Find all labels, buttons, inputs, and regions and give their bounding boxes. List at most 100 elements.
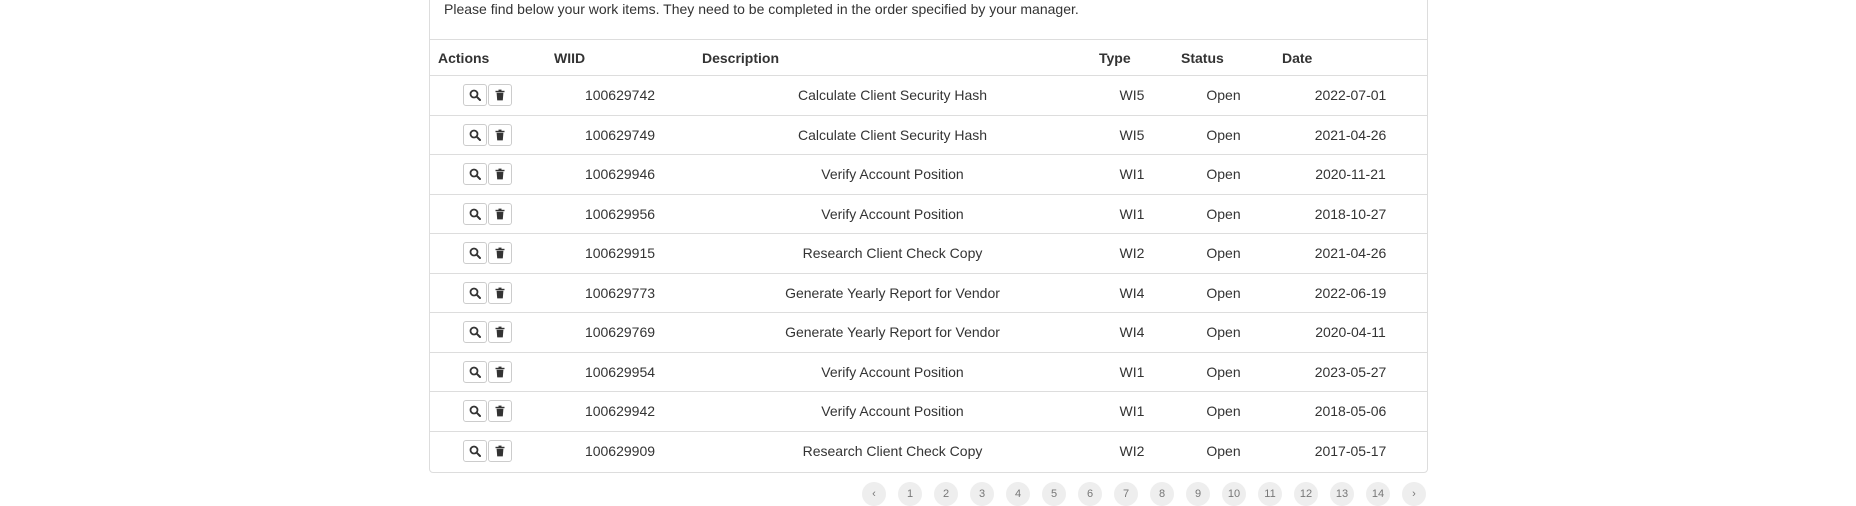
cell-date: 2017-05-17: [1274, 430, 1427, 471]
cell-description: Calculate Client Security Hash: [797, 87, 988, 104]
cell-status: Open: [1173, 272, 1274, 313]
row-actions: [430, 391, 546, 431]
pagination-item[interactable]: 7: [1114, 482, 1138, 506]
row-actions: [430, 312, 546, 352]
row-actions: [430, 351, 546, 392]
cell-description: Generate Yearly Report for Vendor: [694, 272, 1091, 313]
delete-button[interactable]: [488, 360, 512, 383]
table-row: 100629742 Calculate Client Security Hash W…: [430, 76, 1427, 116]
cell-status: Open: [1173, 312, 1274, 352]
intro-text: Please find below your work items. They …: [444, 1, 1079, 17]
view-button[interactable]: [463, 202, 487, 225]
cell-description: Calculate Client Security Hash: [694, 114, 1091, 155]
cell-description: Verify Account Position: [694, 391, 1091, 431]
table-row: 100629915 Research Client Check Copy WI2 Op…: [430, 233, 1427, 273]
delete-button[interactable]: [488, 202, 512, 225]
row-actions: [430, 154, 546, 194]
view-button[interactable]: [463, 281, 487, 304]
view-button[interactable]: [463, 123, 487, 146]
work-items-table: Actions WIID Description Type Status Dat…: [430, 39, 1427, 471]
pagination-item[interactable]: 5: [1042, 482, 1066, 506]
pagination-item[interactable]: 3: [970, 482, 994, 506]
cell-type: WI2: [1091, 233, 1173, 273]
cell-wiid: 100629769: [546, 312, 694, 352]
cell-date: 2020-11-21: [1274, 154, 1427, 194]
delete-button[interactable]: [488, 440, 512, 462]
delete-button[interactable]: [488, 163, 512, 186]
delete-button[interactable]: [488, 84, 512, 107]
table-row: 100629773 Generate Yearly Report for Vend…: [430, 272, 1427, 313]
cell-type: WI4: [1091, 312, 1173, 352]
cell-date: 2020-04-11: [1274, 312, 1427, 352]
cell-description: Generate Yearly Report for Vendor: [694, 312, 1091, 352]
cell-status: Open: [1173, 391, 1274, 431]
view-button[interactable]: [463, 84, 487, 107]
table-row: 100629946 Verify Account Position WI1 Open 2…: [430, 154, 1427, 194]
pagination-item[interactable]: 1: [898, 482, 922, 506]
cell-status: Open: [1173, 430, 1274, 471]
cell-status: Open: [1173, 154, 1274, 194]
cell-wiid: 100629954: [546, 351, 694, 392]
table-row: 100629954 Verify Account Position WI1 Open 2…: [430, 351, 1427, 392]
table-body: 100629742 Calculate Client Security Hash W…: [430, 76, 1427, 471]
header-status: Status: [1173, 39, 1274, 76]
pagination-item[interactable]: 9: [1186, 482, 1210, 506]
pagination: ‹ 1 2 3 4 5 6 7 8 9 10 11 12 13 14 ›: [862, 482, 1426, 506]
cell-status: Open: [1173, 233, 1274, 273]
pagination-item[interactable]: 13: [1330, 482, 1354, 506]
cell-description: Verify Account Position: [694, 154, 1091, 194]
cell-wiid: 100629742: [584, 87, 656, 104]
pagination-item[interactable]: 6: [1078, 482, 1102, 506]
view-button[interactable]: [463, 440, 487, 462]
cell-type: WI1: [1091, 391, 1173, 431]
delete-button[interactable]: [488, 123, 512, 146]
delete-button[interactable]: [488, 321, 512, 344]
table-row: 100629956 Verify Account Position WI1 Open 2…: [430, 193, 1427, 234]
pagination-item[interactable]: 11: [1258, 482, 1282, 506]
cell-wiid: 100629773: [546, 272, 694, 313]
pagination-item[interactable]: 2: [934, 482, 958, 506]
cell-wiid: 100629909: [546, 430, 694, 471]
header-description: Description: [694, 39, 1091, 76]
cell-date: 2022-06-19: [1274, 272, 1427, 313]
header-date: Date: [1274, 39, 1427, 76]
cell-date: 2022-07-01: [1314, 87, 1387, 104]
view-button[interactable]: [463, 400, 487, 423]
delete-button[interactable]: [488, 400, 512, 423]
pagination-item[interactable]: 8: [1150, 482, 1174, 506]
view-button[interactable]: [463, 360, 487, 383]
pagination-item[interactable]: 12: [1294, 482, 1318, 506]
cell-description: Verify Account Position: [694, 193, 1091, 234]
cell-wiid: 100629915: [546, 233, 694, 273]
cell-type: WI5: [1091, 114, 1173, 155]
view-button[interactable]: [463, 321, 487, 344]
table-row: 100629942 Verify Account Position WI1 Open 2…: [430, 391, 1427, 431]
row-actions: [430, 233, 546, 273]
table-row: 100629769 Generate Yearly Report for Vend…: [430, 312, 1427, 352]
cell-date: 2021-04-26: [1274, 233, 1427, 273]
cell-wiid: 100629942: [546, 391, 694, 431]
delete-button[interactable]: [488, 242, 512, 265]
cell-type: WI4: [1091, 272, 1173, 313]
view-button[interactable]: [463, 163, 487, 186]
header-type: Type: [1091, 39, 1173, 76]
cell-description: Research Client Check Copy: [694, 233, 1091, 273]
cell-wiid: 100629749: [546, 114, 694, 155]
cell-date: 2023-05-27: [1274, 351, 1427, 392]
delete-button[interactable]: [488, 281, 512, 304]
cell-type: WI5: [1119, 87, 1145, 104]
cell-date: 2021-04-26: [1274, 114, 1427, 155]
work-items-panel: Please find below your work items. They …: [429, 0, 1428, 473]
pagination-item[interactable]: 10: [1222, 482, 1246, 506]
cell-wiid: 100629956: [546, 193, 694, 234]
cell-status: Open: [1173, 114, 1274, 155]
cell-status: Open: [1206, 87, 1241, 104]
pagination-item[interactable]: ‹: [862, 482, 886, 506]
pagination-item[interactable]: 14: [1366, 482, 1390, 506]
header-wiid: WIID: [546, 39, 694, 76]
pagination-item[interactable]: ›: [1402, 482, 1426, 506]
cell-description: Verify Account Position: [694, 351, 1091, 392]
table-header-row: Actions WIID Description Type Status Dat…: [430, 39, 1427, 76]
pagination-item[interactable]: 4: [1006, 482, 1030, 506]
view-button[interactable]: [463, 242, 487, 265]
